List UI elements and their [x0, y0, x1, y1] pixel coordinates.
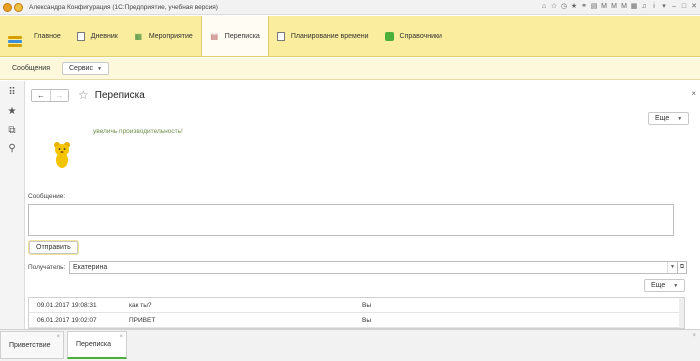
more-button-label: Еще	[655, 115, 670, 122]
window-title: Александра Конфигурация (1С:Предприятие,…	[29, 3, 218, 11]
section-diary-label: Дневник	[90, 32, 118, 40]
open-windows-bar: Приветствие × Переписка × ×	[0, 329, 700, 361]
recipient-value: Екатерина	[73, 264, 108, 271]
tab-greeting-label: Приветствие	[9, 341, 51, 349]
tab-correspondence[interactable]: Переписка ×	[67, 331, 127, 359]
messages-link[interactable]: Сообщения	[12, 65, 50, 72]
m-icon[interactable]: M	[600, 2, 608, 11]
section-catalogs[interactable]: Справочники	[377, 16, 450, 56]
send-button-label: Отправить	[36, 244, 71, 251]
favorite-star-icon[interactable]: ☆	[78, 88, 89, 102]
form-header: ← → ☆ Переписка ×	[26, 81, 700, 109]
close-icon[interactable]: ×	[56, 334, 60, 340]
calendar-icon: ▤	[210, 31, 219, 41]
m-minus-icon[interactable]: M	[620, 2, 628, 11]
recipient-label: Получатель:	[28, 264, 66, 271]
row-from: Вы	[362, 302, 372, 309]
left-toolbar: ⠿ ★ ⧉ ⚲	[0, 81, 25, 329]
search-icon[interactable]: ⚲	[6, 143, 18, 155]
send-button[interactable]: Отправить	[29, 241, 78, 254]
row-date: 09.01.2017 19:08:31	[37, 302, 97, 309]
m-plus-icon[interactable]: M	[610, 2, 618, 11]
favorites-icon[interactable]: ★	[570, 2, 578, 11]
sections-home[interactable]	[0, 16, 26, 56]
app-logo-icon[interactable]	[3, 2, 12, 12]
print-icon[interactable]: ▤	[590, 2, 598, 11]
section-catalogs-label: Справочники	[399, 32, 442, 40]
section-event-label: Мероприятие	[148, 32, 193, 40]
table-row[interactable]: 09.01.2017 19:08:31 как ты? Вы	[29, 298, 684, 313]
forward-button[interactable]: →	[50, 89, 68, 101]
calculator-icon[interactable]: ▦	[630, 2, 638, 11]
more-button[interactable]: Еще ▼	[648, 112, 690, 125]
message-textarea[interactable]	[28, 204, 674, 236]
star-icon[interactable]: ☆	[550, 2, 558, 11]
close-icon[interactable]: ×	[119, 334, 123, 340]
home-icon[interactable]: ⌂	[540, 2, 548, 11]
section-main-label: Главное	[34, 32, 61, 40]
section-event[interactable]: ▦ Мероприятие	[126, 16, 201, 56]
table-scrollbar[interactable]	[679, 298, 684, 328]
title-bar-tools: ⌂ ☆ ◷ ★ ⚭ ▤ M M M ▦ ♫ i ▾ – □ ✕	[540, 2, 698, 11]
sections-panel: Главное Дневник ▦ Мероприятие ▤ Переписк…	[0, 16, 700, 57]
chevron-down-icon[interactable]: ▾	[660, 2, 668, 11]
more-button-table-label: Еще	[651, 282, 666, 289]
bear-mascot-icon	[54, 142, 70, 168]
close-all-icon[interactable]: ×	[692, 333, 696, 339]
chevron-down-icon[interactable]: ▼	[667, 262, 677, 273]
section-diary[interactable]: Дневник	[69, 16, 126, 56]
info-icon[interactable]: i	[650, 2, 658, 11]
app-menu-icon[interactable]	[14, 2, 23, 12]
row-date: 06.01.2017 19:02:07	[37, 317, 97, 324]
chevron-down-icon: ▼	[673, 282, 679, 289]
section-command-bar: Сообщения Сервис ▼	[0, 58, 700, 80]
document-icon	[276, 31, 285, 41]
row-text: ПРИВЕТ	[129, 317, 156, 324]
menu-list-icon	[8, 36, 22, 47]
nav-buttons: ← →	[31, 88, 69, 102]
section-main[interactable]: Главное	[26, 16, 69, 56]
page-title: Переписка	[94, 89, 145, 101]
service-button-label: Сервис	[69, 65, 93, 72]
history-icon[interactable]: ◷	[560, 2, 568, 11]
messages-table: 09.01.2017 19:08:31 как ты? Вы 06.01.201…	[28, 297, 685, 329]
bell-icon[interactable]: ♫	[640, 2, 648, 11]
history-icon[interactable]: ⧉	[6, 125, 18, 137]
section-correspondence[interactable]: ▤ Переписка	[200, 16, 269, 56]
more-button-table[interactable]: Еще ▼	[644, 279, 686, 292]
minimize-icon[interactable]: –	[670, 2, 678, 11]
row-from: Вы	[362, 317, 372, 324]
back-button[interactable]: ←	[32, 89, 50, 101]
chevron-down-icon: ▼	[96, 65, 102, 72]
star-icon[interactable]: ★	[6, 106, 18, 118]
document-icon	[76, 31, 85, 41]
open-link-icon[interactable]: ⧉	[677, 261, 687, 274]
message-label: Сообщение:	[28, 193, 66, 200]
row-text: как ты?	[129, 302, 152, 309]
recipient-field[interactable]: Екатерина ▼	[69, 261, 678, 274]
slogan-text: увеличь производительность!	[93, 128, 183, 135]
section-time-planning-label: Планирование времени	[290, 32, 369, 40]
service-button[interactable]: Сервис ▼	[62, 62, 109, 75]
section-correspondence-label: Переписка	[224, 32, 260, 40]
title-bar: Александра Конфигурация (1С:Предприятие,…	[0, 0, 700, 15]
maximize-icon[interactable]: □	[680, 2, 688, 11]
book-icon	[384, 31, 394, 41]
close-form-icon[interactable]: ×	[691, 89, 696, 98]
chevron-down-icon: ▼	[677, 115, 683, 122]
close-icon[interactable]: ✕	[690, 2, 698, 11]
grid-icon: ▦	[134, 31, 143, 41]
tab-correspondence-label: Переписка	[76, 341, 112, 348]
form-correspondence: ← → ☆ Переписка × Еще ▼ увеличь производ…	[26, 81, 700, 329]
link-icon[interactable]: ⚭	[580, 2, 588, 11]
section-time-planning[interactable]: Планирование времени	[269, 16, 377, 56]
tab-greeting[interactable]: Приветствие ×	[0, 331, 64, 359]
table-row[interactable]: 06.01.2017 19:02:07 ПРИВЕТ Вы	[29, 313, 684, 328]
apps-grid-icon[interactable]: ⠿	[6, 87, 18, 99]
